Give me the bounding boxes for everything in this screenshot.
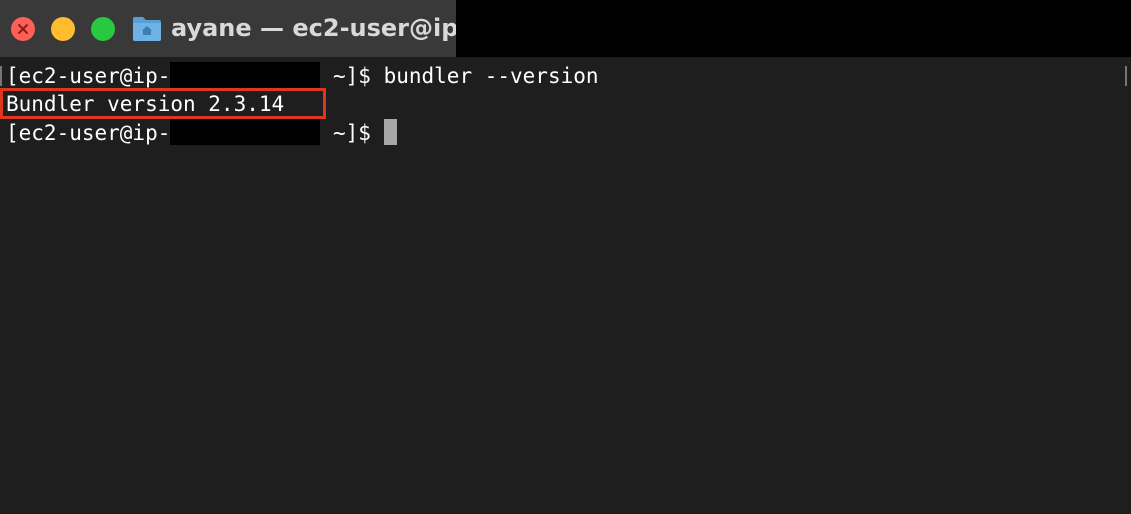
minimize-button[interactable] <box>51 17 75 41</box>
command-text: bundler --version <box>383 64 599 88</box>
title-bar: ayane — ec2-user@ip- <box>0 0 1131 57</box>
window-title: ayane — ec2-user@ip- <box>171 14 456 42</box>
prompt-suffix: ~]$ <box>320 121 384 145</box>
prompt-prefix: [ec2-user@ip- <box>6 121 171 145</box>
prompt-prefix: [ec2-user@ip- <box>6 64 171 88</box>
right-edge-mark <box>1125 66 1127 86</box>
maximize-button[interactable] <box>91 17 115 41</box>
redacted-hostname <box>170 62 321 88</box>
highlight-box <box>0 88 326 119</box>
folder-home-icon <box>133 17 161 41</box>
prompt-suffix: ~]$ <box>320 64 384 88</box>
title-bar-tab: ayane — ec2-user@ip- <box>0 0 456 57</box>
close-icon <box>18 24 28 34</box>
terminal-line-prompt: [ec2-user@ip- ~]$ <box>6 119 397 147</box>
close-button[interactable] <box>11 17 35 41</box>
redacted-hostname <box>170 119 321 145</box>
text-cursor <box>383 119 397 145</box>
terminal-window: ayane — ec2-user@ip- [ec2-user@ip- ~]$ b… <box>0 0 1131 514</box>
terminal-content[interactable]: [ec2-user@ip- ~]$ bundler --version Bund… <box>0 57 1131 514</box>
terminal-line-command: [ec2-user@ip- ~]$ bundler --version <box>6 62 599 90</box>
